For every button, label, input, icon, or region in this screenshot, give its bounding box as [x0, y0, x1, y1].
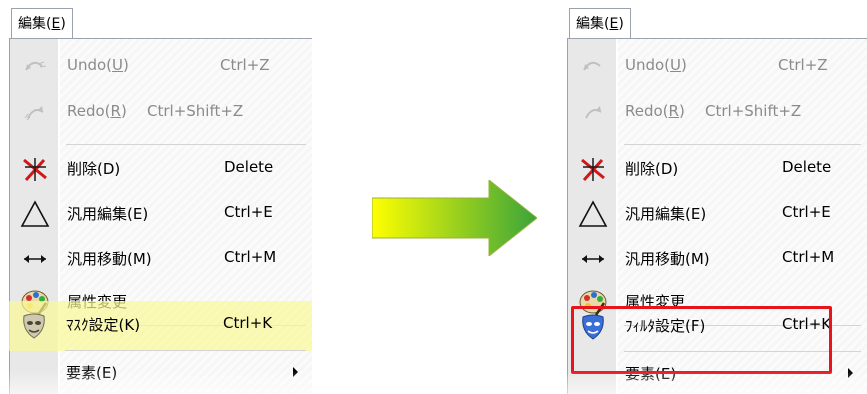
generic-edit-shortcut: Ctrl+E: [782, 203, 831, 221]
redo-shortcut: Ctrl+Shift+Z: [705, 102, 802, 120]
edit-menu-button[interactable]: 編集(E): [569, 8, 631, 38]
elements-label: 要素(E): [66, 364, 118, 382]
redo-shortcut: Ctrl+Shift+Z: [147, 102, 244, 120]
menu-item-redo[interactable]: Redo(R) Ctrl+Shift+Z: [568, 95, 867, 131]
red-highlight-box: [571, 306, 832, 374]
menu-separator: [624, 144, 861, 145]
generic-move-shortcut: Ctrl+M: [782, 248, 835, 266]
undo-icon: [578, 52, 608, 82]
generic-edit-label: 汎用編集(E): [625, 205, 707, 223]
mask-setting-label: ﾏｽｸ設定(K): [66, 316, 141, 334]
undo-shortcut: Ctrl+Z: [220, 56, 270, 74]
redo-icon: [20, 98, 50, 128]
delete-icon: [578, 154, 608, 184]
undo-shortcut: Ctrl+Z: [778, 56, 828, 74]
menu-item-undo[interactable]: Undo(U) Ctrl+Z: [568, 49, 867, 85]
menu-item-generic-edit[interactable]: 汎用編集(E) Ctrl+E: [568, 196, 867, 232]
menu-item-generic-move[interactable]: 汎用移動(M) Ctrl+M: [10, 241, 312, 277]
delete-shortcut: Delete: [224, 158, 274, 176]
edit-menu-button[interactable]: 編集(E): [11, 8, 73, 38]
delete-shortcut: Delete: [782, 158, 832, 176]
menu-separator: [66, 144, 306, 145]
menu-item-mask-setting[interactable]: ﾏｽｸ設定(K) Ctrl+K: [9, 307, 312, 343]
triangle-edit-icon: [578, 199, 608, 229]
menu-item-generic-move[interactable]: 汎用移動(M) Ctrl+M: [568, 241, 867, 277]
generic-move-label: 汎用移動(M): [625, 250, 710, 268]
menu-item-redo[interactable]: Redo(R) Ctrl+Shift+Z: [10, 95, 312, 131]
triangle-edit-icon: [20, 199, 50, 229]
mask-setting-shortcut: Ctrl+K: [223, 314, 273, 332]
move-arrows-icon: [20, 244, 50, 274]
move-arrows-icon: [578, 244, 608, 274]
submenu-arrow-icon: [293, 367, 298, 377]
delete-label: 削除(D): [67, 160, 121, 178]
redo-icon: [578, 98, 608, 128]
generic-edit-shortcut: Ctrl+E: [224, 203, 273, 221]
generic-edit-label: 汎用編集(E): [67, 205, 149, 223]
menu-separator: [65, 350, 306, 351]
menu-item-delete[interactable]: 削除(D) Delete: [568, 151, 867, 187]
left-screenshot-panel: 編集(E) Undo(U) Ctrl+Z Redo(R) Ctrl+Shift+…: [9, 8, 312, 394]
menu-item-generic-edit[interactable]: 汎用編集(E) Ctrl+E: [10, 196, 312, 232]
mask-icon: [19, 310, 49, 340]
menu-bar: 編集(E): [9, 8, 312, 38]
generic-move-label: 汎用移動(M): [67, 250, 152, 268]
menu-item-undo[interactable]: Undo(U) Ctrl+Z: [10, 49, 312, 85]
delete-icon: [20, 154, 50, 184]
transition-arrow-icon: [372, 180, 537, 256]
menu-item-delete[interactable]: 削除(D) Delete: [10, 151, 312, 187]
generic-move-shortcut: Ctrl+M: [224, 248, 277, 266]
menu-bar: 編集(E): [567, 8, 867, 38]
submenu-arrow-icon: [848, 368, 853, 378]
menu-item-elements[interactable]: 要素(E): [9, 355, 312, 391]
undo-icon: [20, 52, 50, 82]
delete-label: 削除(D): [625, 160, 679, 178]
